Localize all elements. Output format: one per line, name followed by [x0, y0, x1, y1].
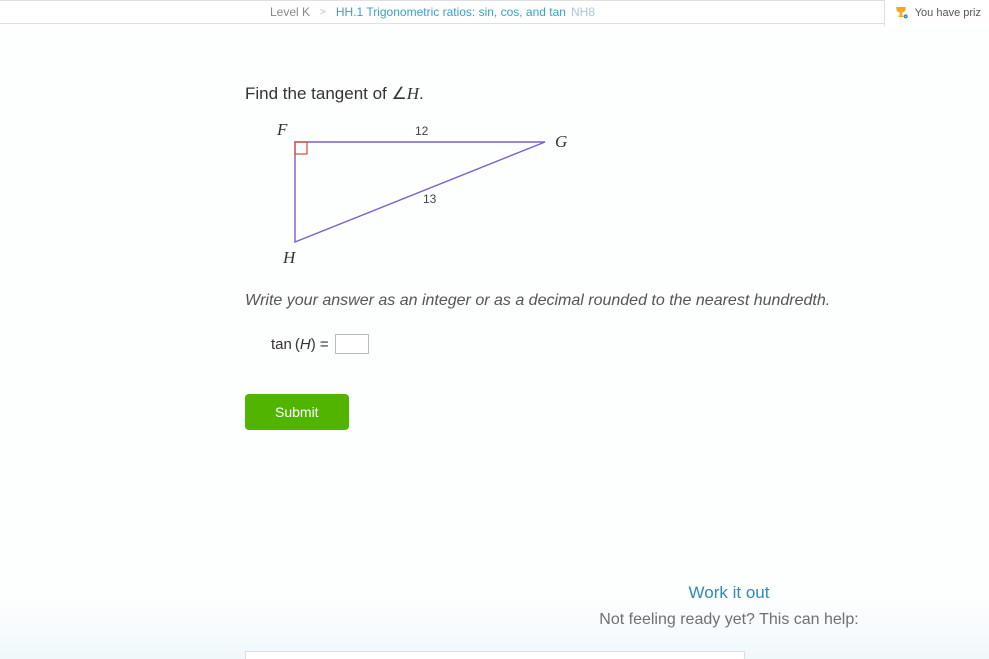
- trophy-icon: +: [893, 5, 909, 21]
- submit-button[interactable]: Submit: [245, 394, 349, 430]
- triangle-diagram: F G H 12 13: [275, 122, 595, 272]
- answer-row: tan (H) =: [271, 334, 989, 354]
- help-text: Not feeling ready yet? This can help:: [549, 611, 909, 629]
- breadcrumb-topic[interactable]: HH.1 Trigonometric ratios: sin, cos, and…: [336, 5, 566, 19]
- help-section: Work it out Not feeling ready yet? This …: [549, 583, 909, 629]
- angle-vertex: H: [407, 84, 419, 103]
- hint-box-top: [245, 651, 745, 659]
- edge-GH-label: 13: [423, 192, 436, 206]
- vertex-H-label: H: [283, 248, 295, 268]
- breadcrumb-code: NH8: [571, 5, 595, 19]
- prize-banner[interactable]: + You have priz: [884, 0, 989, 26]
- main-content: Find the tangent of ∠H. F G H 12 13 Writ…: [0, 24, 989, 430]
- instruction-text: Write your answer as an integer or as a …: [245, 292, 989, 310]
- question-prefix: Find the tangent of: [245, 84, 392, 103]
- vertex-G-label: G: [555, 132, 567, 152]
- prize-text: You have priz: [915, 7, 981, 19]
- chevron-right-icon: >: [320, 7, 326, 18]
- breadcrumb-level[interactable]: Level K: [270, 5, 310, 19]
- fn-label: tan (H) =: [271, 336, 329, 353]
- vertex-F-label: F: [277, 120, 287, 140]
- breadcrumb: Level K > HH.1 Trigonometric ratios: sin…: [0, 0, 989, 24]
- work-it-out-link[interactable]: Work it out: [549, 583, 909, 603]
- angle-symbol: ∠: [392, 84, 407, 103]
- question-suffix: .: [419, 84, 424, 103]
- question-text: Find the tangent of ∠H.: [245, 84, 989, 104]
- answer-input[interactable]: [335, 334, 369, 354]
- svg-text:+: +: [904, 15, 906, 19]
- edge-FG-label: 12: [415, 124, 428, 138]
